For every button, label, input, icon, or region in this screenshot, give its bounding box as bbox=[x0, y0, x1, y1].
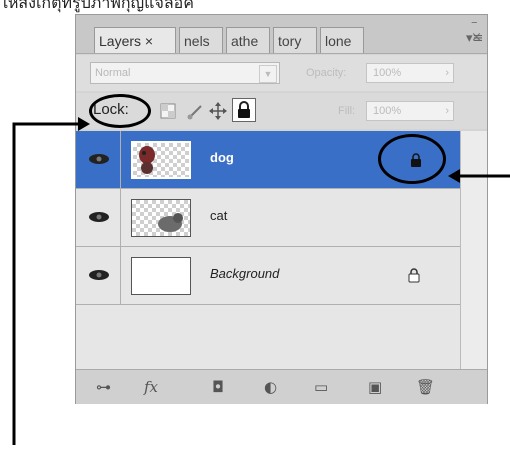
left-arrowhead-icon bbox=[78, 117, 90, 131]
left-annotation-line bbox=[12, 122, 80, 445]
annotation-arrows bbox=[12, 117, 510, 445]
right-arrowhead-icon bbox=[448, 169, 460, 183]
